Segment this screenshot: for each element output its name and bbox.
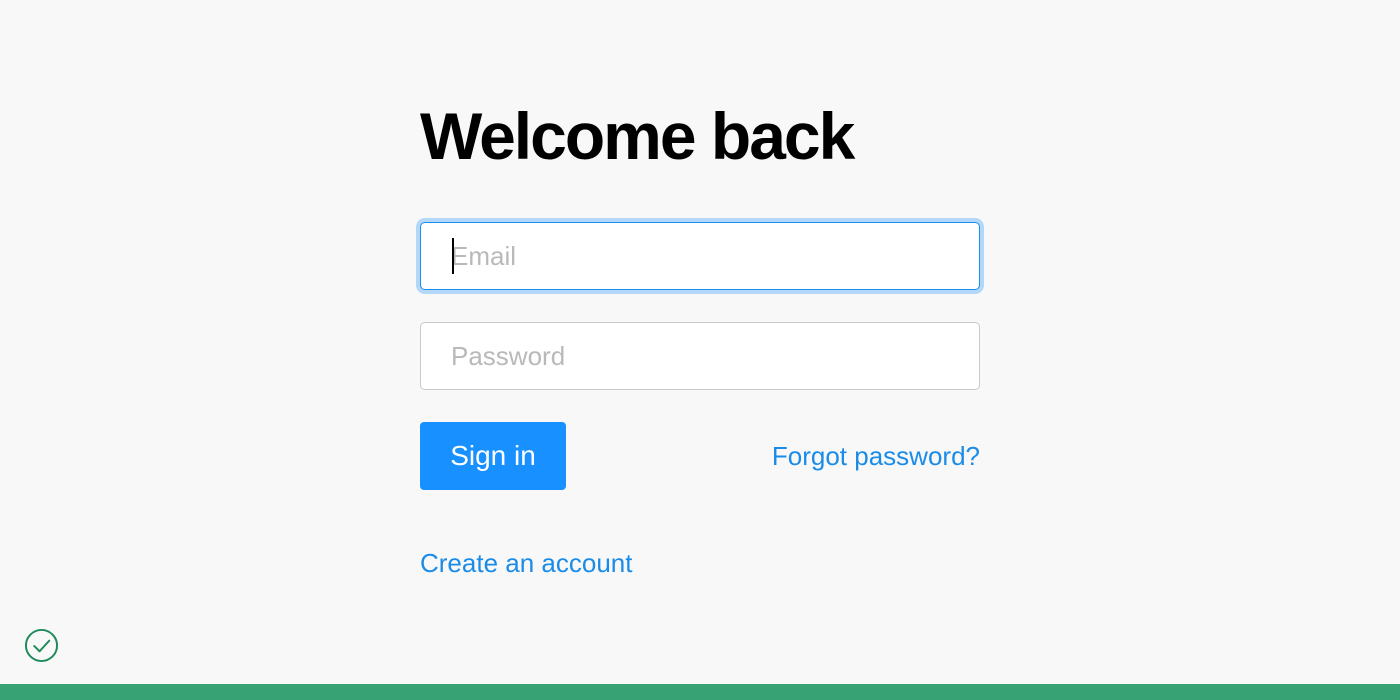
bottom-status-bar [0, 684, 1400, 700]
text-cursor [452, 238, 454, 274]
login-form: Welcome back Sign in Forgot password? Cr… [420, 96, 980, 578]
password-field[interactable] [420, 322, 980, 390]
check-circle-icon [24, 628, 59, 663]
sign-in-button[interactable]: Sign in [420, 422, 566, 490]
create-account-link[interactable]: Create an account [420, 545, 632, 581]
email-field[interactable] [420, 222, 980, 290]
forgot-password-link[interactable]: Forgot password? [772, 438, 980, 474]
page-title: Welcome back [420, 99, 855, 173]
